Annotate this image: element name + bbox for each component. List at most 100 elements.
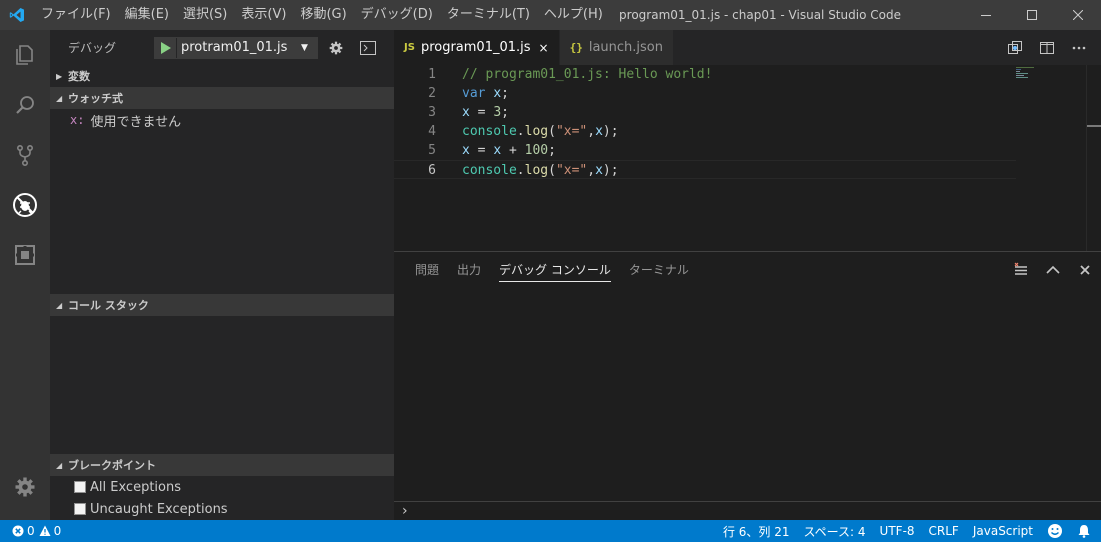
split-editor-button[interactable] bbox=[1031, 30, 1063, 65]
bottom-panel: 問題 出力 デバッグ コンソール ターミナル › bbox=[394, 251, 1101, 520]
tab-launch-json[interactable]: {} launch.json bbox=[559, 30, 674, 65]
maximize-panel-button[interactable] bbox=[1037, 252, 1069, 288]
current-code-line[interactable]: 6 console.log("x=",x); bbox=[394, 160, 1016, 179]
notifications-button[interactable] bbox=[1070, 524, 1101, 538]
debug-button[interactable] bbox=[0, 180, 50, 230]
maximize-icon bbox=[1027, 10, 1037, 20]
console-prompt-icon: › bbox=[402, 503, 408, 519]
editor-tabs: JS program01_01.js × {} launch.json bbox=[394, 30, 1101, 65]
code-text: x = x + 100; bbox=[462, 143, 556, 158]
variables-section-title: 変数 bbox=[68, 70, 90, 83]
end-of-line[interactable]: CRLF bbox=[922, 524, 966, 538]
extensions-button[interactable] bbox=[0, 230, 50, 280]
search-icon bbox=[16, 96, 34, 114]
code-line[interactable]: 3 x = 3; bbox=[394, 103, 1016, 122]
window-controls bbox=[963, 0, 1101, 30]
explorer-button[interactable] bbox=[0, 30, 50, 80]
tab-program01-01-js[interactable]: JS program01_01.js × bbox=[394, 30, 560, 65]
code-text: console.log("x=",x); bbox=[462, 124, 619, 139]
status-bar: 0 0 行 6、列 21 スペース: 4 UTF-8 CRLF JavaScri… bbox=[0, 520, 1101, 542]
close-icon bbox=[1073, 10, 1083, 20]
play-icon bbox=[160, 41, 171, 54]
uncaught-exceptions-checkbox[interactable] bbox=[74, 503, 86, 515]
code-line[interactable]: 1 // program01_01.js: Hello world! bbox=[394, 65, 1016, 84]
open-changes-button[interactable] bbox=[999, 30, 1031, 65]
menu-file[interactable]: ファイル(F) bbox=[34, 0, 118, 30]
menu-selection[interactable]: 選択(S) bbox=[176, 0, 234, 30]
expanded-chevron-icon: ◢ bbox=[56, 300, 63, 310]
minimap[interactable] bbox=[1016, 65, 1086, 251]
editor-scrollbar[interactable] bbox=[1086, 65, 1101, 251]
call-stack-section-header[interactable]: ◢ コール スタック bbox=[50, 294, 394, 316]
dropdown-caret-icon: ▼ bbox=[301, 42, 308, 53]
code-line[interactable]: 5 x = x + 100; bbox=[394, 141, 1016, 160]
menu-edit[interactable]: 編集(E) bbox=[118, 0, 176, 30]
menu-view[interactable]: 表示(V) bbox=[234, 0, 293, 30]
code-text: x = 3; bbox=[462, 105, 509, 120]
breakpoint-all-exceptions[interactable]: All Exceptions bbox=[50, 476, 394, 498]
minimize-button[interactable] bbox=[963, 0, 1009, 30]
all-exceptions-checkbox[interactable] bbox=[74, 481, 86, 493]
title-bar: ファイル(F) 編集(E) 選択(S) 表示(V) 移動(G) デバッグ(D) … bbox=[0, 0, 1101, 30]
tab-label: launch.json bbox=[588, 40, 663, 55]
breakpoints-section-header[interactable]: ◢ ブレークポイント bbox=[50, 454, 394, 476]
close-window-button[interactable] bbox=[1055, 0, 1101, 30]
tab-debug-console[interactable]: デバッグ コンソール bbox=[499, 258, 611, 282]
editor-actions bbox=[999, 30, 1095, 65]
launch-config-select[interactable]: protram01_01.js ▼ bbox=[154, 36, 318, 59]
tab-terminal[interactable]: ターミナル bbox=[629, 258, 689, 282]
more-actions-button[interactable] bbox=[1063, 30, 1095, 65]
breakpoint-uncaught-exceptions[interactable]: Uncaught Exceptions bbox=[50, 498, 394, 520]
watch-value: 使用できません bbox=[90, 114, 182, 130]
tab-problems[interactable]: 問題 bbox=[415, 258, 439, 282]
indentation[interactable]: スペース: 4 bbox=[796, 523, 872, 540]
source-control-button[interactable] bbox=[0, 130, 50, 180]
smiley-icon bbox=[1048, 524, 1062, 538]
language-mode[interactable]: JavaScript bbox=[966, 524, 1040, 538]
menu-go[interactable]: 移動(G) bbox=[293, 0, 353, 30]
watch-item[interactable]: x: 使用できません bbox=[50, 109, 394, 131]
files-icon bbox=[16, 45, 33, 65]
variables-section-header[interactable]: ▶ 変数 bbox=[50, 65, 394, 87]
activity-bar bbox=[0, 30, 50, 520]
error-icon bbox=[12, 525, 24, 537]
debug-console-button[interactable] bbox=[354, 37, 382, 59]
close-tab-icon[interactable]: × bbox=[539, 41, 549, 55]
line-number: 6 bbox=[428, 163, 436, 178]
tab-output[interactable]: 出力 bbox=[457, 258, 481, 282]
breakpoints-section-title: ブレークポイント bbox=[68, 459, 156, 472]
feedback-button[interactable] bbox=[1040, 523, 1070, 539]
split-editor-icon bbox=[1040, 41, 1054, 54]
problems-status[interactable]: 0 0 bbox=[10, 524, 68, 538]
manage-button[interactable] bbox=[0, 462, 50, 512]
clear-console-icon bbox=[1014, 262, 1027, 275]
status-right: 行 6、列 21 スペース: 4 UTF-8 CRLF JavaScript bbox=[716, 520, 1101, 542]
debug-console-input[interactable]: › bbox=[394, 501, 1101, 521]
search-button[interactable] bbox=[0, 80, 50, 130]
menu-debug[interactable]: デバッグ(D) bbox=[354, 0, 440, 30]
breakpoint-label: Uncaught Exceptions bbox=[90, 501, 228, 517]
console-icon bbox=[360, 40, 376, 55]
code-editor[interactable]: 1 // program01_01.js: Hello world! 2 var… bbox=[394, 65, 1101, 251]
launch-config-value: protram01_01.js bbox=[181, 40, 288, 55]
expanded-chevron-icon: ◢ bbox=[56, 460, 63, 470]
json-file-icon: {} bbox=[569, 41, 583, 54]
close-panel-button[interactable] bbox=[1069, 252, 1101, 288]
javascript-file-icon: JS bbox=[404, 42, 415, 53]
watch-section-header[interactable]: ◢ ウォッチ式 bbox=[50, 87, 394, 109]
debug-settings-button[interactable] bbox=[322, 37, 350, 59]
cursor-position[interactable]: 行 6、列 21 bbox=[716, 523, 797, 540]
start-debugging-button[interactable] bbox=[155, 37, 177, 58]
minimap-preview bbox=[1016, 67, 1034, 78]
window-title: program01_01.js - chap01 - Visual Studio… bbox=[619, 8, 901, 22]
debug-toolbar: デバッグ protram01_01.js ▼ bbox=[50, 30, 394, 65]
code-line[interactable]: 4 console.log("x=",x); bbox=[394, 122, 1016, 141]
breakpoint-label: All Exceptions bbox=[90, 479, 181, 495]
clear-console-button[interactable] bbox=[1005, 252, 1037, 288]
code-line[interactable]: 2 var x; bbox=[394, 84, 1016, 103]
maximize-button[interactable] bbox=[1009, 0, 1055, 30]
menu-terminal[interactable]: ターミナル(T) bbox=[440, 0, 537, 30]
panel-actions bbox=[1005, 252, 1101, 288]
encoding[interactable]: UTF-8 bbox=[873, 524, 922, 538]
tab-label: program01_01.js bbox=[420, 40, 531, 55]
